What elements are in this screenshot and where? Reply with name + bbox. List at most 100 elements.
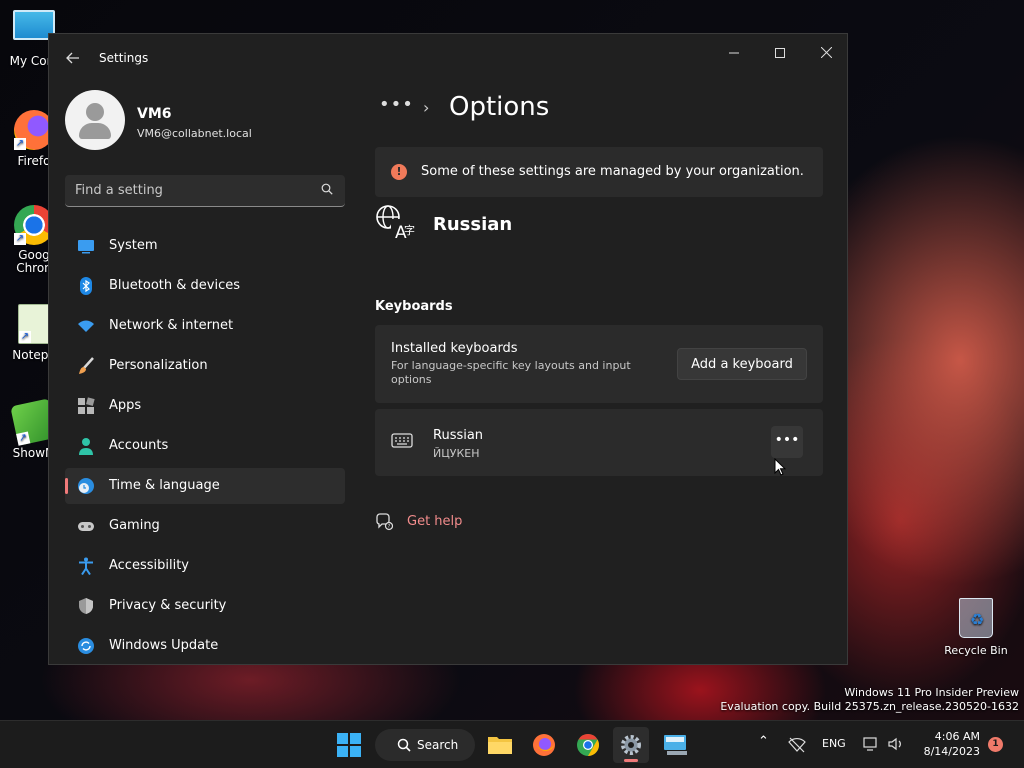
person-icon — [79, 438, 93, 455]
window-title: Settings — [99, 51, 149, 65]
wifi-icon — [78, 320, 94, 332]
taskbar-clock[interactable]: 4:06 AM 8/14/2023 — [918, 729, 980, 759]
sidebar-item-label: Network & internet — [109, 318, 234, 333]
mouse-cursor-icon — [774, 458, 786, 476]
shield-icon — [79, 598, 93, 614]
input-language-indicator[interactable]: ENG — [822, 737, 846, 750]
recycle-bin-label: Recycle Bin — [944, 644, 1008, 657]
taskbar-search[interactable]: Search — [375, 729, 475, 761]
minimize-button[interactable] — [711, 38, 757, 70]
firefox-icon — [533, 734, 555, 756]
language-name: Russian — [433, 214, 513, 235]
avatar — [65, 90, 125, 150]
taskbar-settings[interactable] — [613, 727, 649, 763]
get-help-link[interactable]: Get help — [407, 514, 462, 529]
clock-time: 4:06 AM — [934, 730, 980, 743]
volume-icon[interactable] — [887, 736, 905, 752]
sidebar-item-label: Gaming — [109, 518, 160, 533]
back-arrow-icon — [66, 52, 79, 64]
sidebar-item-time-language[interactable]: Time & language — [65, 468, 345, 504]
info-alert-icon: ! — [391, 164, 407, 180]
maximize-icon — [775, 48, 785, 58]
sidebar-nav: System Bluetooth & devices Network & int… — [65, 228, 345, 668]
search-input[interactable] — [65, 175, 305, 205]
sidebar-item-apps[interactable]: Apps — [65, 388, 345, 424]
sidebar-item-accessibility[interactable]: Accessibility — [65, 548, 345, 584]
clock-date: 8/14/2023 — [923, 745, 980, 758]
shortcut-arrow-icon: ↗ — [14, 138, 26, 150]
watermark-build: Evaluation copy. Build 25375.zn_release.… — [720, 700, 1019, 713]
remote-desktop-icon — [664, 735, 687, 755]
managed-info-bar: ! Some of these settings are managed by … — [375, 147, 823, 197]
installed-keyboards-title: Installed keyboards — [391, 341, 518, 356]
update-icon — [78, 638, 94, 654]
close-icon — [820, 46, 832, 59]
taskbar-search-label: Search — [417, 738, 459, 752]
close-button[interactable] — [803, 38, 849, 70]
shortcut-arrow-icon: ↗ — [14, 233, 26, 245]
breadcrumb-chevron-icon: › — [423, 98, 430, 117]
keyboard-layout: ЙЦУКЕН — [433, 447, 480, 460]
back-button[interactable] — [61, 46, 85, 70]
windows-logo-icon — [337, 733, 361, 757]
globe-clock-icon — [78, 478, 94, 494]
gamepad-icon — [78, 522, 94, 531]
sidebar-item-windows-update[interactable]: Windows Update — [65, 628, 345, 664]
keyboard-list-item: Russian ЙЦУКЕН ••• — [375, 409, 823, 476]
sidebar-item-bluetooth[interactable]: Bluetooth & devices — [65, 268, 345, 304]
sidebar-item-gaming[interactable]: Gaming — [65, 508, 345, 544]
maximize-button[interactable] — [757, 38, 803, 70]
svg-text:♻: ♻ — [970, 610, 984, 629]
installed-keyboards-card: Installed keyboards For language-specifi… — [375, 325, 823, 403]
recycle-bin-icon: ♻ — [959, 598, 993, 638]
keyboard-more-options-button[interactable]: ••• — [771, 426, 803, 458]
sidebar-item-label: Privacy & security — [109, 598, 227, 613]
notepad-icon: ↗ — [18, 304, 50, 344]
desktop-icon-recycle-bin[interactable]: ♻ Recycle Bin — [944, 598, 1008, 657]
sidebar-item-label: Personalization — [109, 358, 208, 373]
network-disconnected-icon[interactable] — [788, 737, 806, 753]
taskbar-remote-desktop[interactable] — [658, 727, 694, 763]
page-title: Options — [449, 92, 550, 122]
sidebar-item-label: Apps — [109, 398, 142, 413]
help-chat-icon: ? — [376, 513, 393, 531]
taskbar-firefox[interactable] — [526, 727, 562, 763]
start-button[interactable] — [331, 727, 367, 763]
sidebar-item-network[interactable]: Network & internet — [65, 308, 345, 344]
tray-overflow-chevron-icon[interactable]: ⌃ — [758, 734, 769, 749]
sidebar-item-label: Windows Update — [109, 638, 219, 653]
sidebar-item-privacy[interactable]: Privacy & security — [65, 588, 345, 624]
accessibility-icon — [79, 557, 93, 575]
sidebar-item-label: Bluetooth & devices — [109, 278, 240, 293]
sidebar-item-label: System — [109, 238, 158, 253]
keyboards-heading: Keyboards — [375, 299, 453, 314]
display-icon[interactable] — [863, 736, 881, 752]
sidebar-item-personalization[interactable]: Personalization — [65, 348, 345, 384]
language-icon: A 字 — [376, 205, 415, 242]
add-keyboard-button[interactable]: Add a keyboard — [677, 348, 807, 380]
shortcut-arrow-icon: ↗ — [16, 431, 31, 446]
svg-text:字: 字 — [404, 223, 415, 237]
keyboard-name: Russian — [433, 428, 484, 443]
taskbar-file-explorer[interactable] — [482, 727, 518, 763]
settings-window: Settings VM6 VM6@collabnet.local System — [48, 33, 848, 665]
title-bar[interactable]: Settings — [49, 34, 847, 82]
gear-icon — [621, 735, 641, 755]
breadcrumb-more-button[interactable]: ••• — [379, 94, 414, 115]
minimize-icon — [729, 52, 739, 54]
brush-icon — [79, 357, 94, 374]
user-profile[interactable]: VM6 VM6@collabnet.local — [65, 90, 345, 154]
notification-badge[interactable]: 1 — [988, 737, 1003, 752]
taskbar-chrome[interactable] — [570, 727, 606, 763]
search-icon[interactable] — [321, 183, 333, 195]
sidebar-item-accounts[interactable]: Accounts — [65, 428, 345, 464]
search-icon — [397, 738, 411, 752]
keyboard-icon — [391, 433, 413, 448]
user-email: VM6@collabnet.local — [137, 127, 252, 140]
system-icon — [78, 240, 94, 254]
sidebar-item-system[interactable]: System — [65, 228, 345, 264]
bluetooth-icon — [80, 277, 92, 295]
sidebar-item-label: Accessibility — [109, 558, 189, 573]
installed-keyboards-subtitle: For language-specific key layouts and in… — [391, 359, 631, 386]
shortcut-arrow-icon: ↗ — [19, 331, 31, 343]
